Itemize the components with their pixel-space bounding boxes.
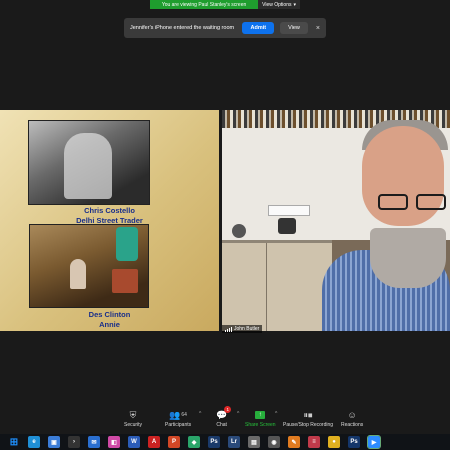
files-icon[interactable]: ▤ (248, 436, 260, 448)
participants-count: 64 (181, 412, 187, 418)
signal-bars-icon (225, 326, 232, 332)
view-waiting-room-button[interactable]: View (280, 22, 308, 34)
powerpoint-icon[interactable]: P (168, 436, 180, 448)
meeting-toolbar: ⛨ Security 👥 64 Participants ^ 💬 1 Chat … (0, 406, 450, 434)
smiley-icon: ☺ (347, 410, 357, 420)
view-options-label: View Options (262, 1, 292, 8)
participant-name-tag: John Butler (222, 325, 263, 333)
store-icon[interactable]: ▣ (48, 436, 60, 448)
participant-name: John Butler (234, 326, 260, 332)
share-status-text: You are viewing Paul Stanley's screen (150, 0, 259, 9)
photographer-name: Des Clinton (88, 310, 131, 319)
people-icon: 👥 (169, 409, 181, 420)
maps-icon[interactable]: ◆ (188, 436, 200, 448)
chat-unread-badge: 1 (224, 406, 232, 413)
view-options-button[interactable]: View Options ▾ (258, 0, 300, 9)
paint-icon[interactable]: ✎ (288, 436, 300, 448)
chat-caret-icon[interactable]: ^ (237, 411, 239, 417)
camera-icon[interactable]: ◉ (268, 436, 280, 448)
pause-stop-recording-button[interactable]: ⏸⏹ Pause/Stop Recording (283, 408, 333, 429)
layers-icon[interactable]: ≡ (308, 436, 320, 448)
photos-icon[interactable]: ◧ (108, 436, 120, 448)
chat-button[interactable]: 💬 1 Chat (216, 406, 232, 428)
shield-icon: ⛨ (129, 409, 137, 420)
chevron-down-icon: ▾ (293, 1, 296, 8)
photo-caption-2: Des Clinton Annie (0, 310, 219, 329)
shared-screen: Chris Costello Delhi Street Trader Des C… (0, 110, 219, 331)
chrome-icon[interactable]: ● (328, 436, 340, 448)
photo-caption-1: Chris Costello Delhi Street Trader (0, 206, 219, 225)
street-trader-photo (28, 120, 150, 205)
close-icon[interactable]: × (316, 25, 320, 32)
windows-start-icon[interactable]: ⊞ (8, 436, 20, 448)
edge-icon[interactable]: e (28, 436, 40, 448)
share-screen-icon: ↑ (255, 411, 266, 419)
participants-button[interactable]: 👥 64 Participants (165, 408, 191, 429)
admit-button[interactable]: Admit (242, 22, 275, 34)
participant-video[interactable] (222, 110, 450, 331)
photoshop-icon[interactable]: Ps (208, 436, 220, 448)
share-caret-icon[interactable]: ^ (275, 411, 277, 417)
photo-title: Annie (99, 319, 120, 329)
terminal-icon[interactable]: › (68, 436, 80, 448)
waiting-room-notification: Jennifer's iPhone entered the waiting ro… (124, 18, 326, 38)
pause-stop-icon: ⏸⏹ (303, 409, 313, 420)
reactions-button[interactable]: ☺ Reactions (341, 408, 363, 428)
security-button[interactable]: ⛨ Security (124, 408, 142, 429)
mail-icon[interactable]: ✉ (88, 436, 100, 448)
annie-photo (29, 224, 149, 308)
photoshop2-icon[interactable]: Ps (348, 436, 360, 448)
participants-caret-icon[interactable]: ^ (199, 411, 201, 417)
share-screen-button[interactable]: ↑ Share Screen (245, 408, 276, 428)
zoom-icon[interactable]: ▶ (367, 435, 381, 449)
photographer-name: Chris Costello (84, 206, 135, 215)
waiting-room-message: Jennifer's iPhone entered the waiting ro… (130, 25, 235, 31)
windows-taskbar: ⊞ e ▣ › ✉ ◧ W A P ◆ Ps Lr ▤ ◉ ✎ ≡ ● Ps ▶ (0, 434, 450, 450)
word-icon[interactable]: W (128, 436, 140, 448)
acrobat-icon[interactable]: A (148, 436, 160, 448)
lightroom-icon[interactable]: Lr (228, 436, 240, 448)
screen-share-banner: You are viewing Paul Stanley's screen Vi… (150, 0, 300, 9)
